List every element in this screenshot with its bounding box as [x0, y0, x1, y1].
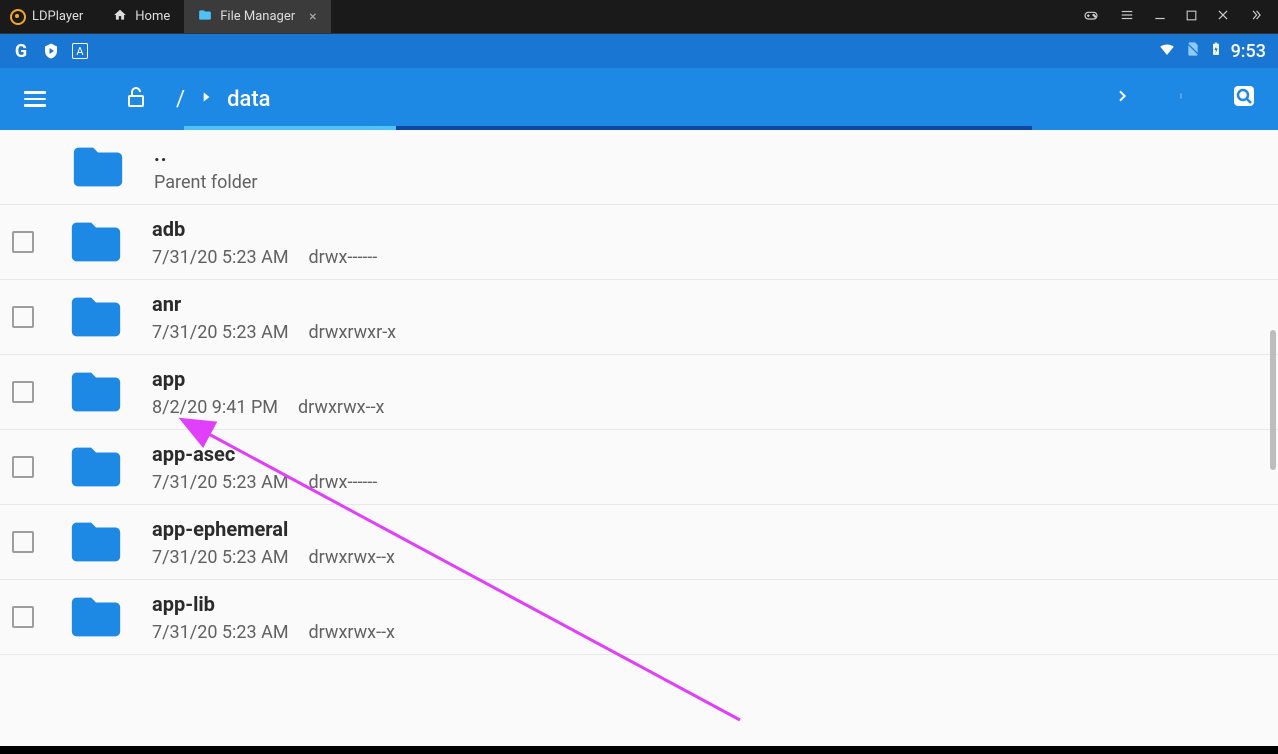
android-status-bar: G A 9:53	[0, 34, 1278, 68]
folder-row[interactable]: app-lib 7/31/20 5:23 AMdrwxrwx--x	[0, 580, 1278, 655]
folder-icon	[58, 588, 134, 646]
forward-button[interactable]	[1114, 86, 1130, 112]
row-checkbox[interactable]	[12, 381, 34, 403]
app-toolbar: / data	[0, 68, 1278, 130]
breadcrumb-current[interactable]: data	[227, 87, 270, 112]
folder-icon	[60, 138, 136, 196]
window-controls	[1081, 7, 1278, 27]
folder-icon	[58, 363, 134, 421]
ldplayer-logo-icon	[10, 9, 26, 25]
folder-row[interactable]: anr 7/31/20 5:23 AMdrwxrwxr-x	[0, 280, 1278, 355]
breadcrumb[interactable]: / data	[176, 87, 271, 112]
play-protect-icon	[42, 42, 60, 60]
scrollbar-thumb[interactable]	[1270, 330, 1276, 470]
folder-row[interactable]: adb 7/31/20 5:23 AMdrwx------	[0, 205, 1278, 280]
folder-meta: 7/31/20 5:23 AMdrwxrwxr-x	[152, 322, 396, 343]
search-button[interactable]	[1232, 84, 1256, 114]
parent-sub: Parent folder	[154, 172, 258, 193]
tab-file-manager[interactable]: File Manager ×	[184, 0, 330, 33]
folder-name: app	[152, 367, 384, 391]
row-checkbox[interactable]	[12, 456, 34, 478]
lock-open-icon[interactable]	[124, 83, 148, 115]
folder-icon	[58, 438, 134, 496]
folder-meta: 7/31/20 5:23 AMdrwxrwx--x	[152, 547, 395, 568]
folder-row[interactable]: app-ephemeral 7/31/20 5:23 AMdrwxrwx--x	[0, 505, 1278, 580]
close-window-button[interactable]	[1216, 8, 1230, 26]
minimize-button[interactable]	[1153, 8, 1167, 26]
home-icon	[113, 8, 127, 26]
close-tab-button[interactable]: ×	[309, 9, 316, 25]
folder-meta: 7/31/20 5:23 AMdrwx------	[152, 247, 377, 268]
breadcrumb-root[interactable]: /	[176, 87, 185, 112]
file-list[interactable]: .. Parent folder adb 7/31/20 5:23 AMdrwx…	[0, 130, 1278, 746]
folder-row[interactable]: app 8/2/20 9:41 PMdrwxrwx--x	[0, 355, 1278, 430]
bottom-bar	[0, 746, 1278, 754]
tab-home[interactable]: Home	[99, 0, 184, 33]
keyboard-a-icon: A	[72, 43, 88, 59]
parent-folder-row[interactable]: .. Parent folder	[0, 130, 1278, 205]
status-time: 9:53	[1231, 41, 1266, 62]
menu-icon[interactable]	[1119, 8, 1135, 26]
no-sim-icon	[1185, 40, 1201, 63]
folder-icon	[58, 213, 134, 271]
folder-icon	[198, 8, 212, 26]
row-checkbox[interactable]	[12, 531, 34, 553]
folder-meta: 7/31/20 5:23 AMdrwxrwx--x	[152, 622, 395, 643]
folder-meta: 7/31/20 5:23 AMdrwx------	[152, 472, 377, 493]
brand-label: LDPlayer	[32, 9, 83, 24]
tab-fm-label: File Manager	[220, 9, 295, 24]
row-checkbox[interactable]	[12, 306, 34, 328]
folder-name: anr	[152, 292, 396, 316]
google-g-icon: G	[12, 42, 30, 60]
folder-name: app-ephemeral	[152, 517, 395, 541]
row-checkbox[interactable]	[12, 231, 34, 253]
folder-icon	[58, 288, 134, 346]
expand-icon[interactable]	[1248, 8, 1264, 26]
gamepad-icon[interactable]	[1081, 7, 1101, 27]
maximize-button[interactable]	[1185, 8, 1198, 26]
wifi-icon	[1157, 40, 1177, 63]
chevron-right-icon	[199, 89, 213, 110]
app-brand: LDPlayer	[0, 9, 99, 25]
row-checkbox[interactable]	[12, 606, 34, 628]
tab-home-label: Home	[135, 9, 170, 24]
overflow-menu-button[interactable]	[1178, 85, 1184, 113]
folder-name: app-asec	[152, 442, 377, 466]
menu-drawer-button[interactable]	[18, 85, 52, 113]
folder-row[interactable]: app-asec 7/31/20 5:23 AMdrwx------	[0, 430, 1278, 505]
battery-charging-icon	[1209, 39, 1223, 64]
folder-name: adb	[152, 217, 377, 241]
window-tab-bar: LDPlayer Home File Manager ×	[0, 0, 1278, 34]
parent-name: ..	[154, 142, 258, 166]
folder-meta: 8/2/20 9:41 PMdrwxrwx--x	[152, 397, 384, 418]
folder-icon	[58, 513, 134, 571]
folder-name: app-lib	[152, 592, 395, 616]
